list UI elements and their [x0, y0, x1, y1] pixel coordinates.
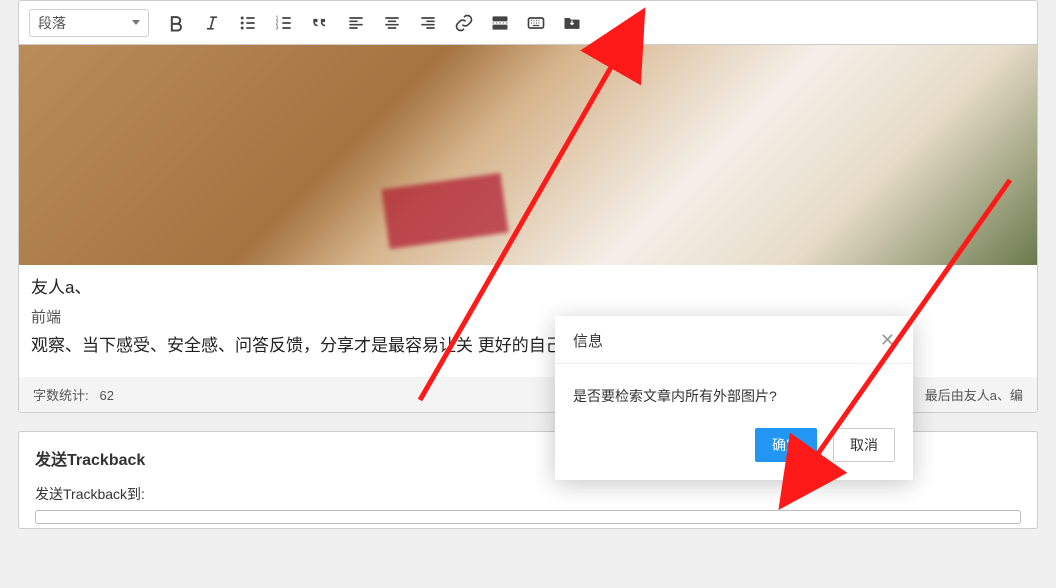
paragraph-select-label: 段落 — [38, 13, 66, 33]
modal-title: 信息 — [573, 330, 603, 351]
bold-icon — [166, 13, 186, 33]
trackback-input[interactable] — [35, 510, 1021, 524]
word-count-label: 字数统计: — [33, 388, 89, 403]
read-more-button[interactable] — [483, 8, 517, 38]
cancel-button[interactable]: 取消 — [833, 428, 895, 462]
modal-message: 是否要检索文章内所有外部图片? — [555, 364, 913, 420]
keyboard-button[interactable] — [519, 8, 553, 38]
align-left-button[interactable] — [339, 8, 373, 38]
download-to-folder-icon — [562, 13, 582, 33]
bullet-list-icon — [238, 13, 258, 33]
align-left-icon — [346, 13, 366, 33]
bold-button[interactable] — [159, 8, 193, 38]
word-count: 字数统计: 62 — [33, 385, 114, 404]
download-folder-button[interactable] — [555, 8, 589, 38]
ul-button[interactable] — [231, 8, 265, 38]
italic-button[interactable] — [195, 8, 229, 38]
paragraph-select[interactable]: 段落 — [29, 9, 149, 37]
svg-text:3: 3 — [276, 25, 279, 31]
align-right-button[interactable] — [411, 8, 445, 38]
quote-icon — [310, 13, 330, 33]
number-list-icon: 123 — [274, 13, 294, 33]
word-count-value: 62 — [99, 388, 113, 403]
caret-down-icon — [132, 20, 140, 25]
confirm-button[interactable]: 确定 — [755, 428, 817, 462]
ol-button[interactable]: 123 — [267, 8, 301, 38]
keyboard-icon — [526, 13, 546, 33]
trackback-label: 发送Trackback到: — [35, 484, 1021, 504]
modal-footer: 确定 取消 — [555, 420, 913, 480]
close-icon[interactable]: ✕ — [880, 330, 895, 351]
align-right-icon — [418, 13, 438, 33]
quote-button[interactable] — [303, 8, 337, 38]
italic-icon — [202, 13, 222, 33]
modal-header: 信息 ✕ — [555, 316, 913, 364]
read-more-icon — [490, 13, 510, 33]
link-icon — [454, 13, 474, 33]
link-button[interactable] — [447, 8, 481, 38]
editor-toolbar: 段落 123 — [19, 1, 1037, 45]
last-edit-label: 最后由友人a、编 — [925, 385, 1023, 404]
align-center-button[interactable] — [375, 8, 409, 38]
align-center-icon — [382, 13, 402, 33]
content-line-1: 友人a、 — [31, 273, 1025, 304]
confirm-modal: 信息 ✕ 是否要检索文章内所有外部图片? 确定 取消 — [555, 316, 913, 480]
content-image — [19, 45, 1037, 265]
